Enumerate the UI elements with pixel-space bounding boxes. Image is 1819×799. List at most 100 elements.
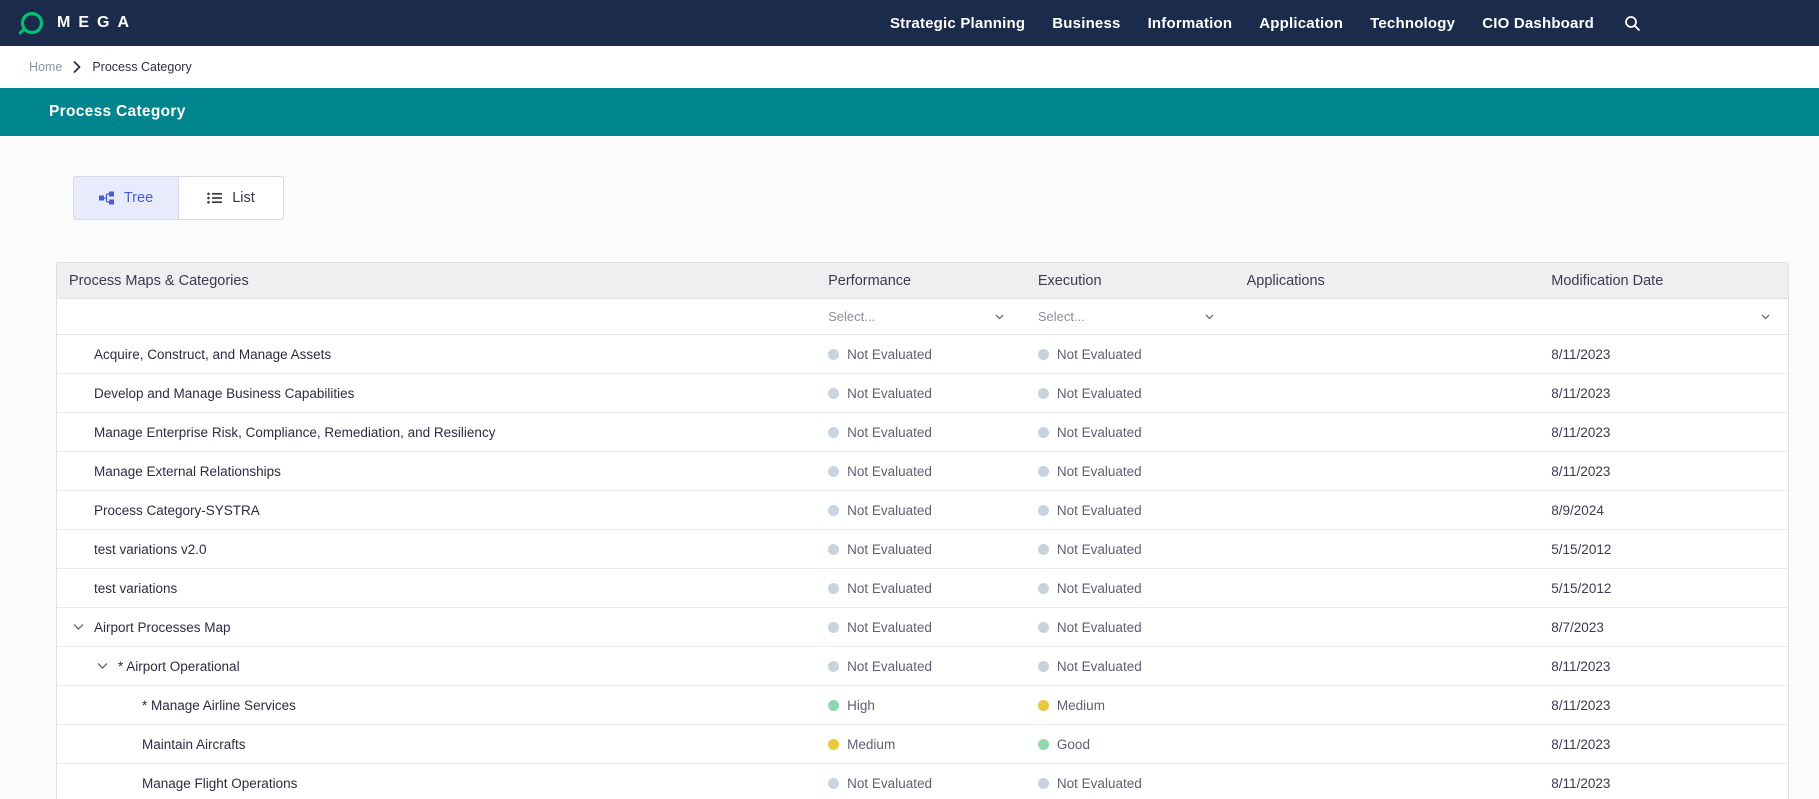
nav-item-information[interactable]: Information	[1148, 15, 1233, 32]
row-name[interactable]: Maintain Aircrafts	[142, 737, 246, 752]
execution-status-dot	[1038, 661, 1049, 672]
mega-logo-icon	[18, 10, 45, 37]
row-name[interactable]: Manage Enterprise Risk, Compliance, Reme…	[94, 425, 495, 440]
table-row[interactable]: Manage Enterprise Risk, Compliance, Reme…	[57, 413, 1788, 452]
row-date: 8/11/2023	[1551, 386, 1788, 401]
nav-item-strategic-planning[interactable]: Strategic Planning	[890, 15, 1025, 32]
tree-icon	[99, 191, 114, 205]
execution-status-dot	[1038, 427, 1049, 438]
performance-cell: Not Evaluated	[828, 542, 1038, 557]
process-table: Process Maps & Categories Performance Ex…	[56, 262, 1789, 799]
search-icon[interactable]	[1624, 15, 1641, 32]
performance-status-label: Not Evaluated	[847, 659, 932, 674]
execution-status-dot	[1038, 583, 1049, 594]
row-name[interactable]: * Manage Airline Services	[142, 698, 296, 713]
expand-chevron-icon[interactable]	[73, 624, 84, 631]
chevron-down-icon	[1205, 314, 1214, 320]
performance-cell: Not Evaluated	[828, 503, 1038, 518]
performance-filter-placeholder: Select...	[828, 309, 875, 324]
row-name-cell: * Manage Airline Services	[57, 698, 828, 713]
nav-item-application[interactable]: Application	[1259, 15, 1343, 32]
performance-status-label: Medium	[847, 737, 895, 752]
performance-status-dot	[828, 544, 839, 555]
content: Tree List Process Maps & Categories Perf…	[0, 136, 1819, 799]
filter-row: Select... Select...	[57, 299, 1788, 335]
row-name-cell: Maintain Aircrafts	[57, 737, 828, 752]
row-name[interactable]: Develop and Manage Business Capabilities	[94, 386, 354, 401]
execution-status-dot	[1038, 544, 1049, 555]
row-date: 8/11/2023	[1551, 737, 1788, 752]
page-title: Process Category	[49, 103, 186, 121]
performance-status-dot	[828, 349, 839, 360]
execution-status-dot	[1038, 739, 1049, 750]
execution-status-dot	[1038, 700, 1049, 711]
performance-cell: Not Evaluated	[828, 464, 1038, 479]
nav-item-technology[interactable]: Technology	[1370, 15, 1455, 32]
execution-cell: Not Evaluated	[1038, 542, 1247, 557]
row-name[interactable]: Airport Processes Map	[94, 620, 231, 635]
performance-status-dot	[828, 505, 839, 516]
column-header-applications: Applications	[1247, 273, 1552, 289]
chevron-down-icon	[1761, 314, 1770, 320]
column-header-performance: Performance	[828, 273, 1038, 289]
table-row[interactable]: test variations Not Evaluated Not Evalua…	[57, 569, 1788, 608]
performance-status-dot	[828, 622, 839, 633]
breadcrumb: Home Process Category	[0, 46, 1819, 88]
brand-name: MEGA	[57, 14, 137, 32]
execution-status-label: Not Evaluated	[1057, 542, 1142, 557]
row-name[interactable]: Acquire, Construct, and Manage Assets	[94, 347, 331, 362]
table-row[interactable]: Process Category-SYSTRA Not Evaluated No…	[57, 491, 1788, 530]
row-date: 8/11/2023	[1551, 464, 1788, 479]
row-date: 5/15/2012	[1551, 581, 1788, 596]
performance-status-dot	[828, 388, 839, 399]
expand-chevron-icon[interactable]	[97, 663, 108, 670]
table-row[interactable]: * Airport Operational Not Evaluated Not …	[57, 647, 1788, 686]
performance-status-label: Not Evaluated	[847, 464, 932, 479]
row-name-cell: Develop and Manage Business Capabilities	[57, 386, 828, 401]
performance-cell: Not Evaluated	[828, 659, 1038, 674]
performance-filter-select[interactable]: Select...	[828, 309, 1008, 324]
row-name[interactable]: test variations v2.0	[94, 542, 207, 557]
row-date: 8/11/2023	[1551, 659, 1788, 674]
breadcrumb-chevron-icon	[73, 61, 81, 73]
execution-cell: Not Evaluated	[1038, 464, 1247, 479]
table-row[interactable]: * Manage Airline Services High Medium 8/…	[57, 686, 1788, 725]
row-name[interactable]: Manage Flight Operations	[142, 776, 297, 791]
nav-item-business[interactable]: Business	[1052, 15, 1120, 32]
row-name[interactable]: Process Category-SYSTRA	[94, 503, 260, 518]
execution-status-dot	[1038, 466, 1049, 477]
execution-filter-placeholder: Select...	[1038, 309, 1085, 324]
table-row[interactable]: Manage External Relationships Not Evalua…	[57, 452, 1788, 491]
row-name[interactable]: test variations	[94, 581, 177, 596]
brand[interactable]: MEGA	[18, 10, 137, 37]
row-date: 8/11/2023	[1551, 347, 1788, 362]
execution-status-dot	[1038, 778, 1049, 789]
top-nav: Strategic Planning Business Information …	[890, 15, 1641, 32]
tree-view-button[interactable]: Tree	[73, 176, 179, 220]
row-name[interactable]: Manage External Relationships	[94, 464, 281, 479]
list-view-button[interactable]: List	[178, 176, 284, 220]
performance-status-label: Not Evaluated	[847, 542, 932, 557]
row-name-cell: Manage External Relationships	[57, 464, 828, 479]
row-date: 8/11/2023	[1551, 698, 1788, 713]
execution-cell: Not Evaluated	[1038, 386, 1247, 401]
table-body: Acquire, Construct, and Manage Assets No…	[57, 335, 1788, 799]
performance-status-label: Not Evaluated	[847, 620, 932, 635]
performance-status-label: High	[847, 698, 875, 713]
performance-status-dot	[828, 661, 839, 672]
row-date: 8/11/2023	[1551, 425, 1788, 440]
breadcrumb-home[interactable]: Home	[29, 60, 62, 74]
table-row[interactable]: Maintain Aircrafts Medium Good 8/11/2023	[57, 725, 1788, 764]
row-name-cell: Manage Enterprise Risk, Compliance, Reme…	[57, 425, 828, 440]
execution-filter-select[interactable]: Select...	[1038, 309, 1218, 324]
table-row[interactable]: Develop and Manage Business Capabilities…	[57, 374, 1788, 413]
date-filter-select[interactable]	[1551, 314, 1788, 320]
performance-status-dot	[828, 778, 839, 789]
table-row[interactable]: test variations v2.0 Not Evaluated Not E…	[57, 530, 1788, 569]
table-row[interactable]: Airport Processes Map Not Evaluated Not …	[57, 608, 1788, 647]
table-row[interactable]: Acquire, Construct, and Manage Assets No…	[57, 335, 1788, 374]
nav-item-cio-dashboard[interactable]: CIO Dashboard	[1482, 15, 1594, 32]
performance-cell: Not Evaluated	[828, 776, 1038, 791]
table-row[interactable]: Manage Flight Operations Not Evaluated N…	[57, 764, 1788, 799]
row-name[interactable]: * Airport Operational	[118, 659, 240, 674]
